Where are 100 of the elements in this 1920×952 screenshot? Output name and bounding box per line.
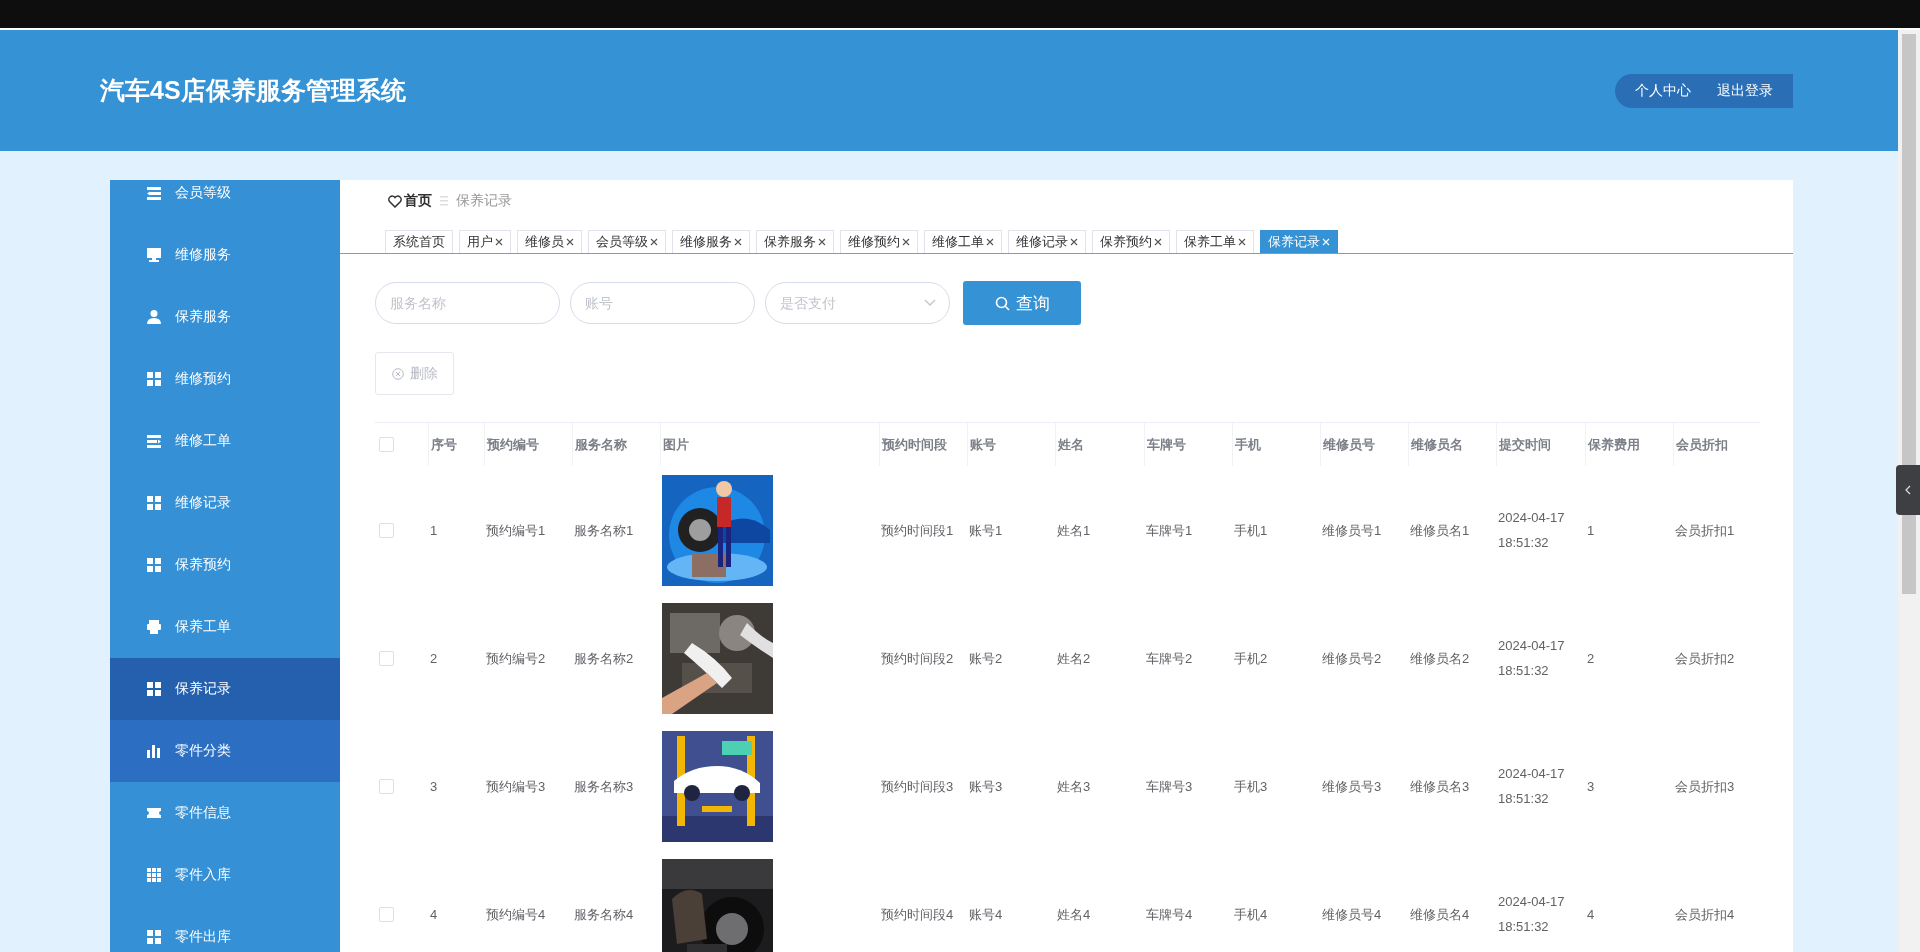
column-header: 服务名称 [572, 422, 660, 466]
table-cell: 1 [428, 466, 484, 594]
column-header: 账号 [967, 422, 1055, 466]
table-cell: 服务名称1 [572, 466, 660, 594]
table-cell-text: 账号3 [968, 777, 1004, 796]
page-tab[interactable]: 维修预约 [840, 230, 918, 253]
page-tab[interactable]: 维修记录 [1008, 230, 1086, 253]
table-cell-text: 账号2 [968, 649, 1004, 668]
table-cell-text: 维修员号3 [1321, 777, 1383, 796]
header-link[interactable]: 退出登录 [1717, 81, 1773, 100]
monitor-icon [146, 247, 162, 263]
checkbox[interactable] [379, 522, 394, 538]
sidebar-item[interactable]: 维修服务 [110, 224, 340, 286]
column-header: 姓名 [1055, 422, 1144, 466]
sidebar-item[interactable]: 维修记录 [110, 472, 340, 534]
column-header: 提交时间 [1496, 422, 1585, 466]
table-cell-text: 2024-04-17 18:51:32 [1497, 637, 1566, 680]
table-cell-text: 手机4 [1233, 905, 1269, 924]
close-icon[interactable] [1154, 238, 1162, 246]
column-header: 手机 [1232, 422, 1320, 466]
page-tab[interactable]: 维修工单 [924, 230, 1002, 253]
checkbox[interactable] [379, 778, 394, 794]
checkbox[interactable] [379, 437, 394, 452]
table-cell: 账号1 [967, 466, 1055, 594]
close-icon[interactable] [495, 238, 503, 246]
separator-icon [440, 196, 448, 206]
sidebar-item[interactable]: 零件分类 [110, 720, 340, 782]
sidebar-item[interactable]: 保养记录 [110, 658, 340, 720]
table-cell-text: 会员折扣2 [1674, 649, 1736, 668]
table-cell-text: 会员折扣3 [1674, 777, 1736, 796]
close-icon[interactable] [650, 238, 658, 246]
grid-icon [146, 867, 162, 883]
sidebar-item[interactable]: 零件出库 [110, 906, 340, 952]
grid-icon [146, 495, 162, 511]
sidebar-item[interactable]: 会员等级 [110, 180, 340, 224]
column-header: 预约时间段 [879, 422, 967, 466]
table-cell-text: 4 [1586, 905, 1596, 924]
column-header: 维修员名 [1408, 422, 1496, 466]
sidebar-item[interactable]: 保养服务 [110, 286, 340, 348]
page-tab[interactable]: 保养服务 [756, 230, 834, 253]
page-tab[interactable]: 维修服务 [672, 230, 750, 253]
page-tab[interactable]: 会员等级 [588, 230, 666, 253]
heart-icon [388, 194, 402, 208]
table-cell-text: 维修员名2 [1409, 649, 1471, 668]
column-header: 车牌号 [1144, 422, 1232, 466]
sidebar-item[interactable]: 保养工单 [110, 596, 340, 658]
page-tab[interactable]: 保养记录 [1260, 230, 1338, 253]
page-tab[interactable]: 保养预约 [1092, 230, 1170, 253]
sidebar-item[interactable]: 维修预约 [110, 348, 340, 410]
table-cell-text: 维修员号4 [1321, 905, 1383, 924]
page-tab[interactable]: 用户 [459, 230, 511, 253]
sidebar-item[interactable]: 维修工单 [110, 410, 340, 472]
close-icon[interactable] [902, 238, 910, 246]
header-link[interactable]: 个人中心 [1635, 81, 1691, 100]
input-field[interactable]: 服务名称 [375, 282, 560, 324]
table-cell-text: 4 [429, 905, 439, 924]
select-field[interactable]: 是否支付 [765, 282, 950, 324]
search-button[interactable]: 查询 [963, 281, 1081, 325]
table-cell-text: 预约时间段3 [880, 777, 955, 796]
table-cell: 2024-04-17 18:51:32 [1496, 466, 1585, 594]
list-icon [146, 433, 162, 449]
page-tab[interactable]: 系统首页 [385, 230, 453, 253]
table-cell-text: 车牌号2 [1145, 649, 1194, 668]
close-icon[interactable] [1070, 238, 1078, 246]
close-icon[interactable] [566, 238, 574, 246]
column-header: 序号 [428, 422, 484, 466]
table-cell-text: 2 [429, 649, 439, 668]
bar-chart-icon [146, 743, 162, 759]
chevron-icon [924, 299, 936, 307]
input-field[interactable]: 账号 [570, 282, 755, 324]
checkbox[interactable] [379, 906, 394, 922]
table-cell-text: 账号4 [968, 905, 1004, 924]
sidebar-item[interactable]: 零件入库 [110, 844, 340, 906]
table-cell-text: 手机2 [1233, 649, 1269, 668]
page-tab[interactable]: 维修员 [517, 230, 582, 253]
close-icon[interactable] [734, 238, 742, 246]
scrollbar[interactable] [1898, 30, 1920, 952]
table-cell-text: 维修员名3 [1409, 777, 1471, 796]
close-circle-icon [391, 367, 404, 380]
sidebar-item[interactable]: 保养预约 [110, 534, 340, 596]
user-icon [146, 309, 162, 325]
sidebar-item[interactable]: 零件信息 [110, 782, 340, 844]
close-icon[interactable] [986, 238, 994, 246]
table-cell-text: 服务名称3 [573, 777, 635, 796]
table-cell-text: 维修员号2 [1321, 649, 1383, 668]
app-title: 汽车4S店保养服务管理系统 [100, 75, 407, 106]
table-cell-text: 服务名称4 [573, 905, 635, 924]
close-icon[interactable] [818, 238, 826, 246]
list-icon [146, 185, 162, 201]
breadcrumb-home[interactable]: 首页 [388, 192, 432, 210]
table-cell-text: 姓名4 [1056, 905, 1092, 924]
table-cell: 预约时间段1 [879, 466, 967, 594]
page-tab[interactable]: 保养工单 [1176, 230, 1254, 253]
collapse-tab[interactable] [1896, 465, 1920, 515]
chevron-left-icon [1905, 485, 1911, 495]
table-cell-text: 维修员名4 [1409, 905, 1471, 924]
table-cell-text: 预约编号2 [485, 649, 547, 668]
close-icon[interactable] [1238, 238, 1246, 246]
checkbox[interactable] [379, 650, 394, 666]
table-cell-text: 姓名2 [1056, 649, 1092, 668]
